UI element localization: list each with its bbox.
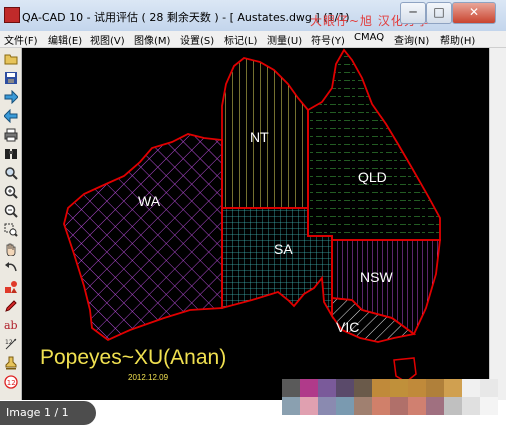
date-text: 2012.12.09 xyxy=(128,373,169,382)
menu-view[interactable]: 视图(V) xyxy=(90,32,125,47)
stamp-icon[interactable] xyxy=(2,354,19,371)
palette-swatch xyxy=(462,379,480,397)
label-qld: QLD xyxy=(358,169,387,185)
palette-swatch xyxy=(354,379,372,397)
palette-swatch xyxy=(372,379,390,397)
australia-map: WA NT SA QLD NSW VIC Popeyes~XU(Anan) 20… xyxy=(40,48,442,383)
number-stamp-icon[interactable]: 12 xyxy=(2,373,19,390)
menu-measure[interactable]: 测量(U) xyxy=(267,32,302,47)
palette-swatch xyxy=(408,379,426,397)
palette-swatch xyxy=(426,379,444,397)
text-ab-icon[interactable]: ab xyxy=(2,316,19,333)
palette-swatch xyxy=(336,397,354,415)
open-folder-icon[interactable] xyxy=(2,50,19,67)
app-window: QA-CAD 10 - 试用评估 ( 28 剩余天数 ) - [ Austate… xyxy=(0,0,506,435)
palette-swatch xyxy=(426,397,444,415)
menu-settings[interactable]: 设置(S) xyxy=(180,32,214,47)
pen-icon[interactable] xyxy=(2,297,19,314)
title-bar: QA-CAD 10 - 试用评估 ( 28 剩余天数 ) - [ Austate… xyxy=(0,0,506,31)
palette-swatch xyxy=(390,379,408,397)
zoom-window-icon[interactable] xyxy=(2,221,19,238)
menu-symbol[interactable]: 符号(Y) xyxy=(311,32,345,47)
palette-swatch xyxy=(300,397,318,415)
palette-swatch xyxy=(390,397,408,415)
zoom-in-icon[interactable] xyxy=(2,183,19,200)
menu-bar: 文件(F) 编辑(E) 视图(V) 图像(M) 设置(S) 标记(L) 测量(U… xyxy=(0,31,506,48)
palette-swatch xyxy=(336,379,354,397)
palette-swatch xyxy=(300,379,318,397)
palette-swatch xyxy=(480,397,498,415)
palette-swatch xyxy=(318,379,336,397)
menu-help[interactable]: 帮助(H) xyxy=(440,32,475,47)
palette-swatch xyxy=(444,379,462,397)
menu-query[interactable]: 查询(N) xyxy=(394,32,429,47)
vertical-scrollbar[interactable] xyxy=(489,48,506,400)
shapes-icon[interactable] xyxy=(2,278,19,295)
save-disk-icon[interactable] xyxy=(2,69,19,86)
menu-edit[interactable]: 编辑(E) xyxy=(48,32,82,47)
palette-swatch xyxy=(372,397,390,415)
undo-curve-icon[interactable] xyxy=(2,259,19,276)
page-label: Image 1 / 1 xyxy=(6,406,69,419)
palette-swatch xyxy=(408,397,426,415)
palette-swatch xyxy=(282,397,300,415)
label-vic: VIC xyxy=(336,319,359,335)
region-wa xyxy=(63,133,223,342)
label-nsw: NSW xyxy=(360,269,393,285)
menu-image[interactable]: 图像(M) xyxy=(134,32,170,47)
arrow-right-icon[interactable] xyxy=(2,88,19,105)
minimize-button[interactable]: ─ xyxy=(400,2,426,24)
maximize-button[interactable]: □ xyxy=(426,2,452,24)
drawing-canvas[interactable]: WA NT SA QLD NSW VIC Popeyes~XU(Anan) 20… xyxy=(22,48,489,400)
menu-cmaq[interactable]: CMAQ xyxy=(354,32,384,43)
dimension-icon[interactable]: 12 xyxy=(2,335,19,352)
menu-markup[interactable]: 标记(L) xyxy=(224,32,257,47)
palette-swatch xyxy=(444,397,462,415)
svg-text:12: 12 xyxy=(6,379,15,387)
region-qld xyxy=(307,48,441,241)
palette-swatch xyxy=(282,379,300,397)
left-toolbar: ab 12 12 xyxy=(0,48,22,400)
palette-swatch xyxy=(462,397,480,415)
zoom-out-icon[interactable] xyxy=(2,202,19,219)
svg-text:ab: ab xyxy=(4,319,18,332)
svg-text:12: 12 xyxy=(5,339,13,346)
close-button[interactable]: ✕ xyxy=(452,2,496,24)
pan-hand-icon[interactable] xyxy=(2,240,19,257)
label-wa: WA xyxy=(138,193,161,209)
label-sa: SA xyxy=(274,241,293,257)
menu-file[interactable]: 文件(F) xyxy=(4,32,38,47)
credit-text: Popeyes~XU(Anan) xyxy=(40,346,226,369)
print-icon[interactable] xyxy=(2,126,19,143)
app-logo-icon xyxy=(4,7,20,23)
arrow-left-icon[interactable] xyxy=(2,107,19,124)
palette-swatch xyxy=(318,397,336,415)
palette-swatch xyxy=(480,379,498,397)
window-title: QA-CAD 10 - 试用评估 ( 28 剩余天数 ) - [ Austate… xyxy=(22,11,350,24)
search-icon[interactable] xyxy=(2,164,19,181)
binoculars-icon[interactable] xyxy=(2,145,19,162)
label-nt: NT xyxy=(250,129,269,145)
palette-swatch xyxy=(354,397,372,415)
